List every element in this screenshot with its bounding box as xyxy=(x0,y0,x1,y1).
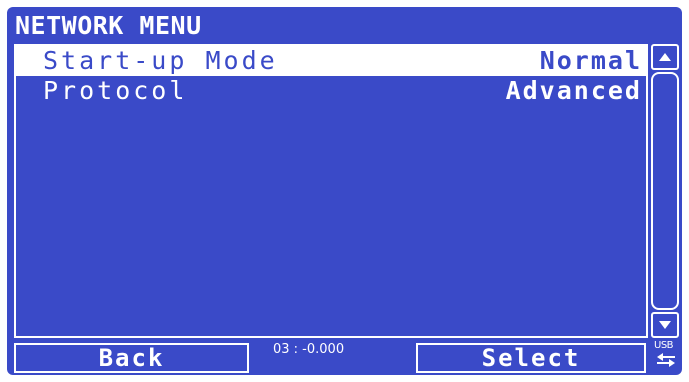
status-readout: 03 : -0.000 xyxy=(273,342,345,357)
select-button[interactable]: Select xyxy=(416,343,646,373)
menu-item-value: Normal xyxy=(539,46,642,75)
menu-item-value: Advanced xyxy=(505,76,642,105)
menu-item-label: Protocol xyxy=(43,76,188,105)
usb-arrows-icon xyxy=(657,353,675,367)
menu-list: Start-up Mode Normal Protocol Advanced xyxy=(14,44,648,338)
triangle-up-icon xyxy=(659,53,671,61)
scrollbar[interactable] xyxy=(651,44,681,338)
scroll-up-button[interactable] xyxy=(651,44,679,70)
scroll-down-button[interactable] xyxy=(651,312,679,338)
scroll-track[interactable] xyxy=(651,72,679,310)
menu-item-label: Start-up Mode xyxy=(43,46,278,75)
menu-item-protocol[interactable]: Protocol Advanced xyxy=(16,76,646,106)
usb-label: USB xyxy=(654,340,674,351)
triangle-down-icon xyxy=(659,321,671,329)
menu-title: NETWORK MENU xyxy=(15,11,202,40)
usb-indicator: USB xyxy=(653,340,681,372)
menu-item-startup-mode[interactable]: Start-up Mode Normal xyxy=(16,46,646,76)
lcd-screen: NETWORK MENU Start-up Mode Normal Protoc… xyxy=(7,7,682,375)
back-button[interactable]: Back xyxy=(14,343,249,373)
